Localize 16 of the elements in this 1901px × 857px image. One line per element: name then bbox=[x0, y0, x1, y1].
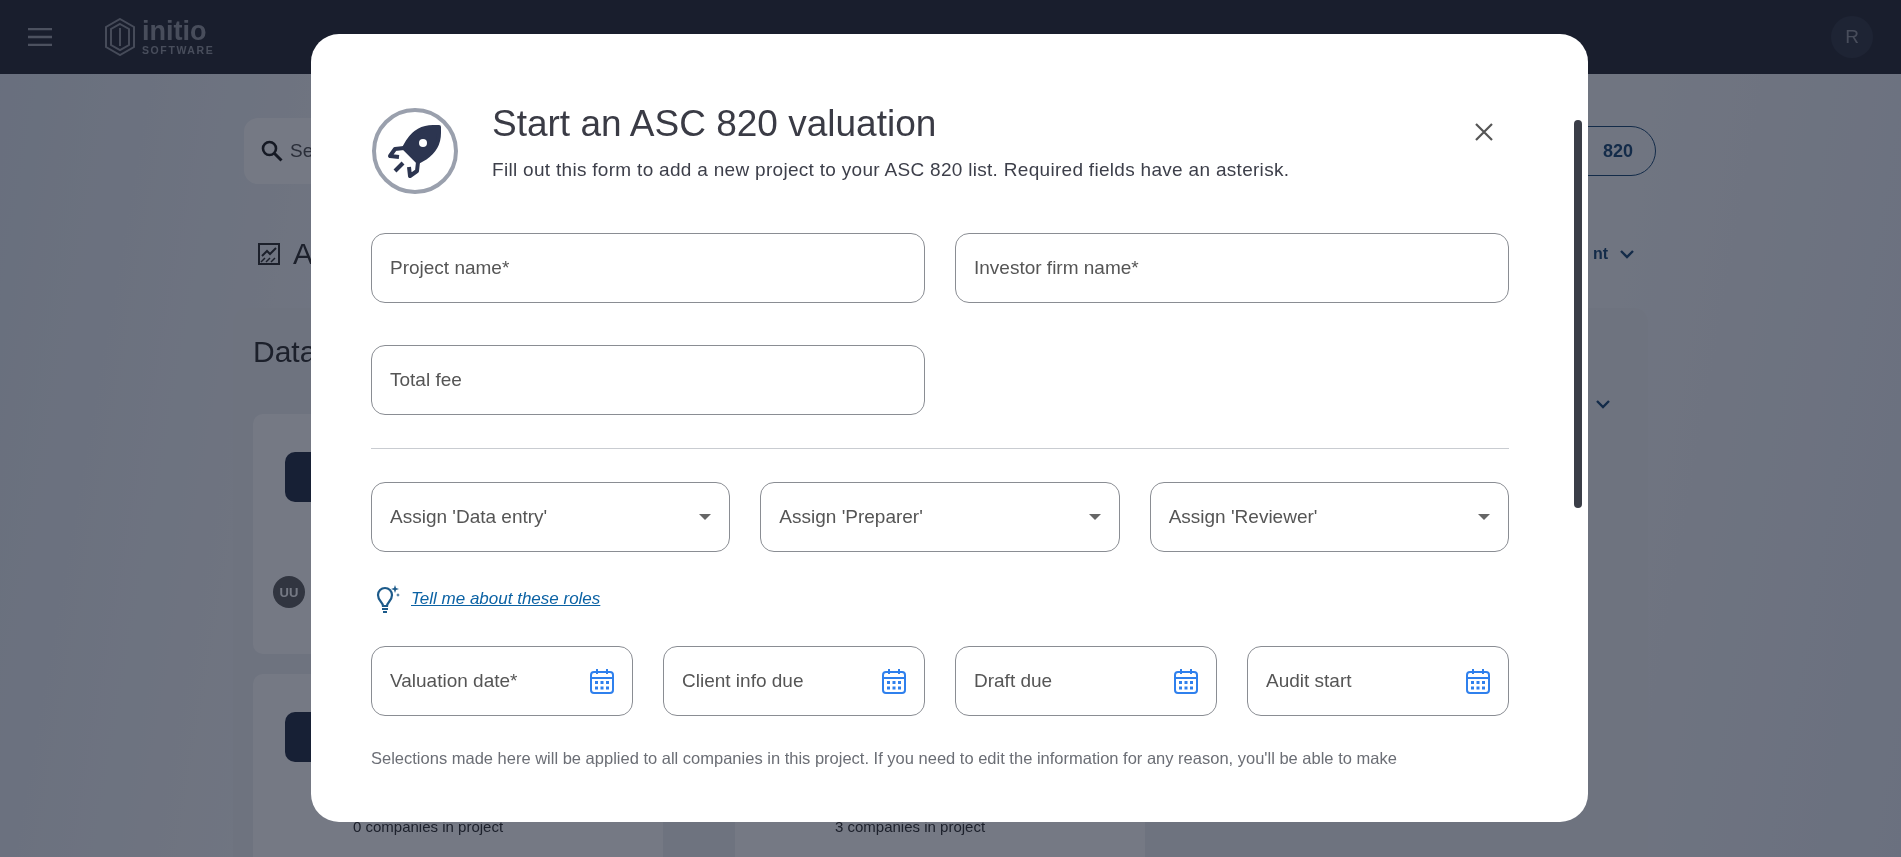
date-field[interactable]: Audit start bbox=[1247, 646, 1509, 716]
dialog-subtitle: Fill out this form to add a new project to your ASC 820 list. Required fields have an asterisk. bbox=[492, 159, 1290, 181]
user-avatar: UU bbox=[273, 576, 305, 608]
page-heading: A bbox=[293, 237, 313, 271]
date-field[interactable]: Draft due bbox=[955, 646, 1217, 716]
select-field[interactable]: Assign 'Preparer' bbox=[760, 482, 1120, 552]
select-field[interactable]: Assign 'Data entry' bbox=[371, 482, 731, 552]
roles-help-link[interactable]: Tell me about these roles bbox=[411, 589, 601, 609]
text-field[interactable]: Total fee bbox=[371, 345, 925, 415]
select-field[interactable]: Assign 'Reviewer' bbox=[1149, 482, 1509, 552]
text-field[interactable]: Investor firm name* bbox=[955, 233, 1509, 303]
date-field[interactable]: Valuation date* bbox=[371, 646, 633, 716]
info-note: Selections made here will be applied to all companies in this project. If you need to edit the information for any reason, you'll be able to make bbox=[371, 749, 1398, 768]
date-field[interactable]: Client info due bbox=[663, 646, 925, 716]
dialog-title: Start an ASC 820 valuation bbox=[492, 103, 938, 145]
text-field[interactable]: Project name* bbox=[371, 233, 925, 303]
